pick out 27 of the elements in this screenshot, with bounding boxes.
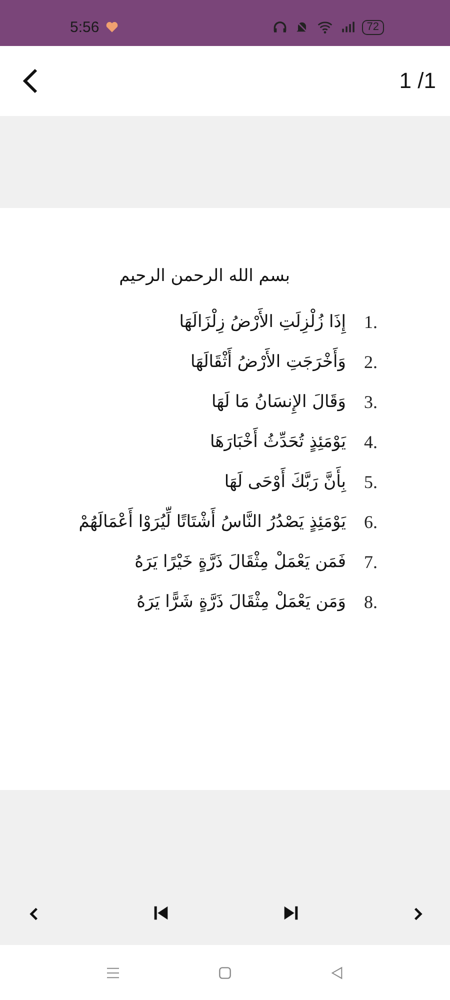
bell-off-icon [294, 19, 310, 35]
triangle-left-icon [329, 964, 345, 980]
verse-text: يَوْمَئِذٍ يَصْدُرُ النَّاسُ أَشْتَاتًا لِّيُرَوْا أَعْمَالَهُمْ [74, 505, 350, 539]
verse-text: فَمَن يَعْمَلْ مِثْقَالَ ذَرَّةٍ خَيْرًا يَرَهُ [134, 550, 347, 574]
basmala: بسم الله الرحمن الرحيم [119, 266, 290, 286]
battery-level: 72 [362, 20, 384, 34]
page-indicator: 1 /1 [399, 68, 436, 94]
signal-icon [340, 20, 356, 34]
verse-text: يَوْمَئِذٍ تُحَدِّثُ أَخْبَارَهَا [206, 425, 350, 459]
verse-number: 4. [364, 432, 378, 452]
headphones-icon [272, 19, 288, 35]
verse-number: 7. [364, 552, 378, 572]
status-time: 5:56 [70, 18, 100, 36]
heart-icon [105, 20, 120, 34]
verse-number: 1. [364, 312, 378, 332]
verse-number: 3. [364, 392, 378, 412]
square-icon [217, 964, 233, 980]
wifi-icon [316, 19, 334, 35]
verse-text: بِأَنَّ رَبَّكَ أَوْحَى لَهَا [220, 465, 350, 499]
verse-text: وَأَخْرَجَتِ الأَرْضُ أَثْقَالَهَا [186, 345, 350, 379]
verse-number: 2. [364, 352, 378, 372]
verse-text: وَقَالَ الإِنسَانُ مَا لَهَا [210, 390, 347, 416]
verse-text: إِذَا زُلْزِلَتِ الأَرْضُ زِلْزَالَهَا [175, 305, 350, 339]
verse-number: 5. [364, 472, 378, 492]
verse-number: 8. [364, 592, 378, 612]
verse-text: وَمَن يَعْمَلْ مِثْقَالَ ذَرَّةٍ شَرًّا يَرَهُ [136, 590, 347, 614]
verse-number: 6. [364, 512, 378, 532]
